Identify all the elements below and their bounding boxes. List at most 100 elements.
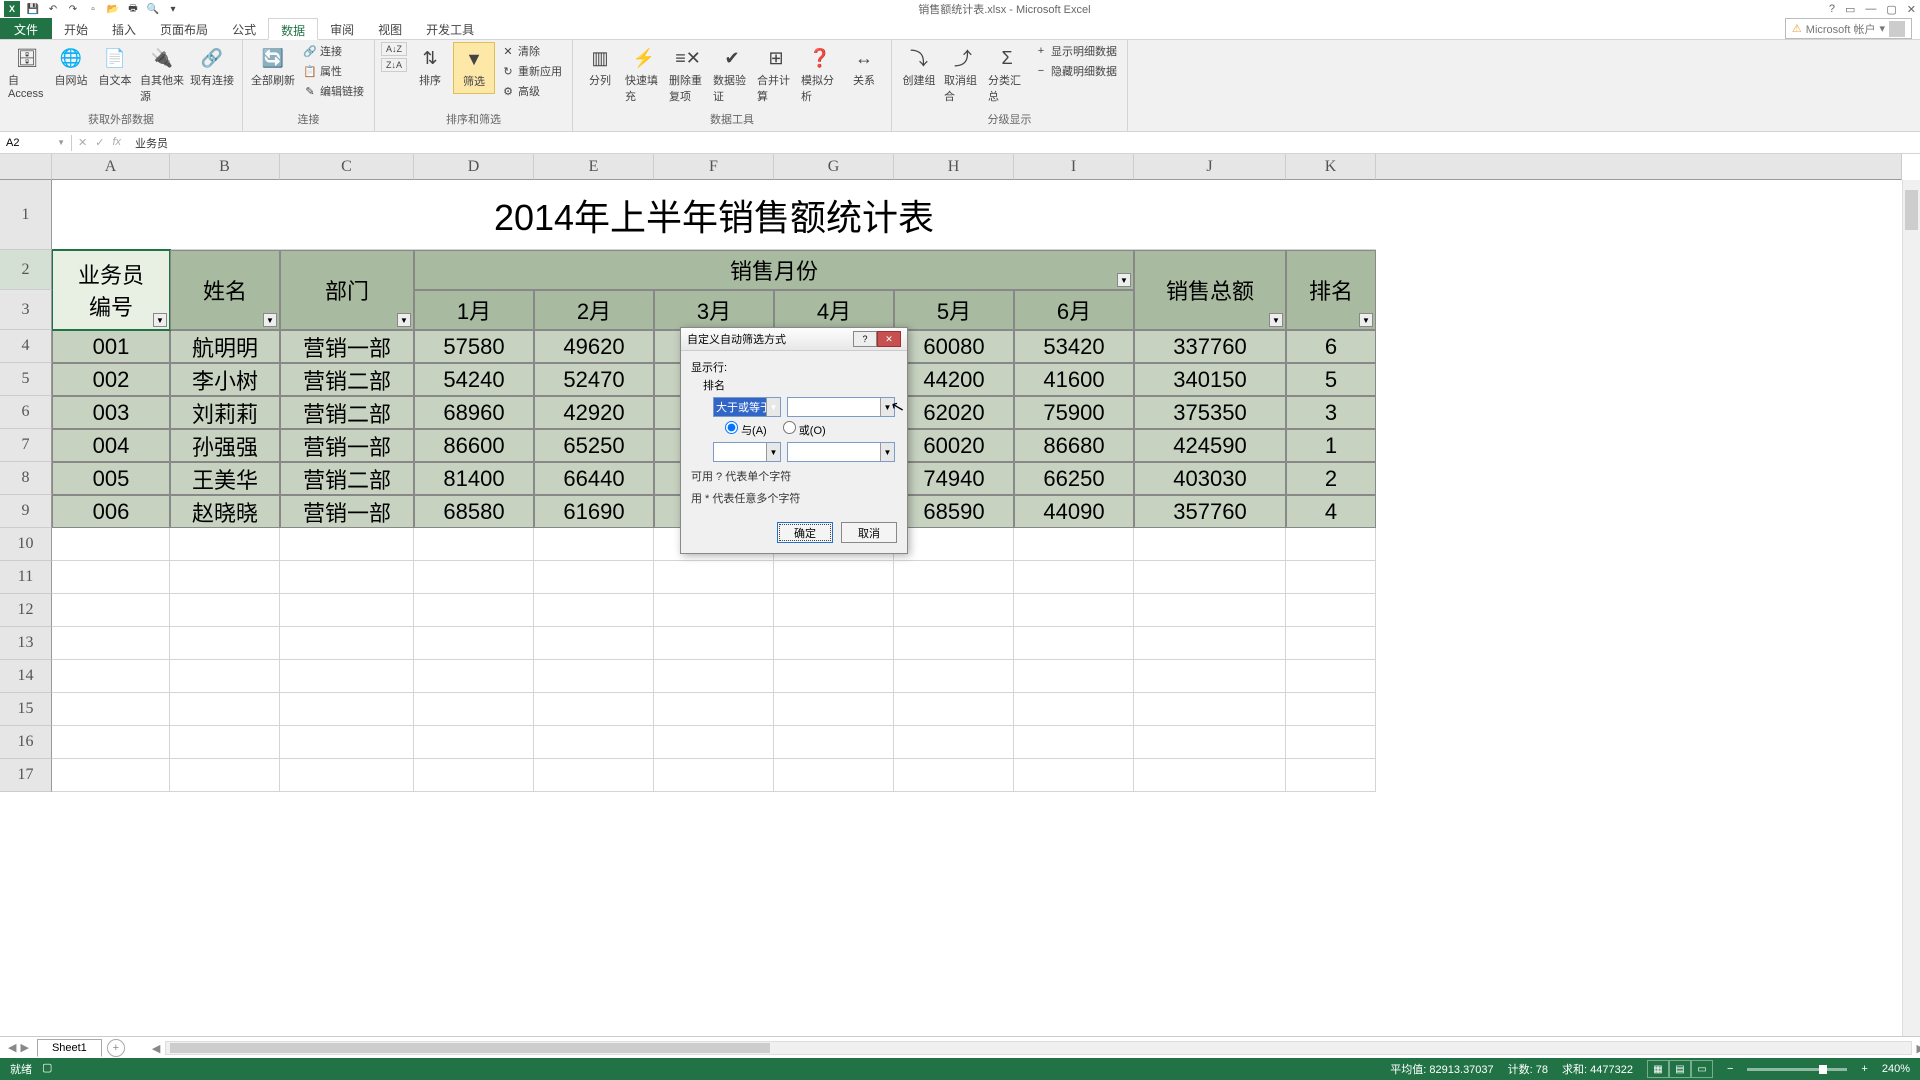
cancel-edit-icon[interactable]: ✕ [78, 136, 87, 149]
save-icon[interactable]: 💾 [26, 2, 40, 16]
column-header[interactable]: C [280, 154, 414, 180]
page-layout-button[interactable]: ▤ [1669, 1060, 1691, 1078]
column-header[interactable]: H [894, 154, 1014, 180]
row-header[interactable]: 17 [0, 759, 52, 792]
consolidate-button[interactable]: ⊞合并计算 [755, 42, 797, 108]
sort-desc-button[interactable]: Z↓A [381, 58, 407, 72]
column-header[interactable]: B [170, 154, 280, 180]
data-cell[interactable]: 42920 [534, 396, 654, 429]
data-cell[interactable]: 营销二部 [280, 462, 414, 495]
criteria2-operator-select[interactable]: ▼ [713, 442, 781, 462]
cell[interactable] [280, 759, 414, 792]
data-validation-button[interactable]: ✔数据验证 [711, 42, 753, 108]
cell[interactable] [534, 660, 654, 693]
cell[interactable] [654, 726, 774, 759]
tab-review[interactable]: 审阅 [318, 18, 366, 39]
data-cell[interactable]: 403030 [1134, 462, 1286, 495]
subtotal-button[interactable]: Σ分类汇总 [986, 42, 1028, 108]
cell[interactable] [1014, 594, 1134, 627]
connections-button[interactable]: 🔗连接 [299, 42, 368, 60]
from-other-button[interactable]: 🔌自其他来源 [138, 42, 186, 108]
column-header[interactable]: I [1014, 154, 1134, 180]
data-cell[interactable]: 1 [1286, 429, 1376, 462]
cell[interactable] [170, 561, 280, 594]
data-cell[interactable]: 60080 [894, 330, 1014, 363]
cell[interactable] [52, 660, 170, 693]
cell[interactable] [654, 693, 774, 726]
tab-dev[interactable]: 开发工具 [414, 18, 486, 39]
row-header[interactable]: 5 [0, 363, 52, 396]
cell[interactable] [414, 627, 534, 660]
dialog-help-button[interactable]: ? [853, 331, 877, 347]
clear-button[interactable]: ✕清除 [497, 42, 566, 60]
sheet-tab[interactable]: Sheet1 [37, 1039, 102, 1057]
cell[interactable] [414, 660, 534, 693]
zoom-slider[interactable] [1747, 1068, 1847, 1071]
cell[interactable] [534, 561, 654, 594]
sort-button[interactable]: ⇅排序 [409, 42, 451, 92]
data-cell[interactable]: 004 [52, 429, 170, 462]
maximize-icon[interactable]: ▢ [1886, 3, 1896, 16]
data-cell[interactable]: 66440 [534, 462, 654, 495]
row-header[interactable]: 12 [0, 594, 52, 627]
filter-button[interactable]: ▼筛选 [453, 42, 495, 94]
cell[interactable] [1286, 561, 1376, 594]
cell[interactable] [774, 594, 894, 627]
cell[interactable] [534, 528, 654, 561]
macro-record-icon[interactable]: ▢ [42, 1061, 52, 1077]
row-header[interactable]: 15 [0, 693, 52, 726]
properties-button[interactable]: 📋属性 [299, 62, 368, 80]
cell[interactable] [774, 693, 894, 726]
worksheet-grid[interactable]: ABCDEFGHIJK 1234567891011121314151617 20… [0, 154, 1920, 1036]
edit-links-button[interactable]: ✎编辑链接 [299, 82, 368, 100]
confirm-edit-icon[interactable]: ✓ [95, 136, 104, 149]
minimize-icon[interactable]: — [1865, 3, 1876, 15]
data-cell[interactable]: 66250 [1014, 462, 1134, 495]
cell[interactable] [1286, 627, 1376, 660]
advanced-button[interactable]: ⚙高级 [497, 82, 566, 100]
data-cell[interactable]: 赵晓晓 [170, 495, 280, 528]
row-header[interactable]: 13 [0, 627, 52, 660]
data-cell[interactable]: 68590 [894, 495, 1014, 528]
ribbon-display-icon[interactable]: ▭ [1845, 3, 1855, 16]
cell[interactable] [1286, 660, 1376, 693]
data-cell[interactable]: 57580 [414, 330, 534, 363]
row-header[interactable]: 4 [0, 330, 52, 363]
row-header[interactable]: 8 [0, 462, 52, 495]
undo-icon[interactable]: ↶ [46, 2, 60, 16]
zoom-level[interactable]: 240% [1882, 1063, 1910, 1075]
add-sheet-button[interactable]: + [107, 1039, 125, 1057]
cell[interactable] [414, 759, 534, 792]
data-cell[interactable]: 41600 [1014, 363, 1134, 396]
data-cell[interactable]: 54240 [414, 363, 534, 396]
page-break-button[interactable]: ▭ [1691, 1060, 1713, 1078]
row-header[interactable]: 3 [0, 290, 52, 330]
close-icon[interactable]: ✕ [1907, 3, 1916, 16]
reapply-button[interactable]: ↻重新应用 [497, 62, 566, 80]
dialog-close-button[interactable]: ✕ [877, 331, 901, 347]
data-cell[interactable]: 孙强强 [170, 429, 280, 462]
cell[interactable] [414, 594, 534, 627]
zoom-out-button[interactable]: − [1727, 1063, 1733, 1075]
header-cell[interactable]: 5月 [894, 290, 1014, 330]
row-header[interactable]: 14 [0, 660, 52, 693]
data-cell[interactable]: 60020 [894, 429, 1014, 462]
header-cell[interactable]: 3月 [654, 290, 774, 330]
refresh-all-button[interactable]: 🔄全部刷新 [249, 42, 297, 92]
data-cell[interactable]: 357760 [1134, 495, 1286, 528]
preview-icon[interactable]: 🔍 [146, 2, 160, 16]
row-header[interactable]: 7 [0, 429, 52, 462]
open-icon[interactable]: 📂 [106, 2, 120, 16]
data-cell[interactable]: 62020 [894, 396, 1014, 429]
header-cell[interactable]: 1月 [414, 290, 534, 330]
cell[interactable] [534, 693, 654, 726]
from-web-button[interactable]: 🌐自网站 [50, 42, 92, 92]
data-cell[interactable]: 68960 [414, 396, 534, 429]
cell[interactable] [170, 759, 280, 792]
data-cell[interactable]: 003 [52, 396, 170, 429]
cell[interactable] [280, 627, 414, 660]
cell[interactable] [1014, 693, 1134, 726]
and-radio[interactable]: 与(A) [725, 421, 767, 438]
cell[interactable] [774, 627, 894, 660]
row-header[interactable]: 16 [0, 726, 52, 759]
